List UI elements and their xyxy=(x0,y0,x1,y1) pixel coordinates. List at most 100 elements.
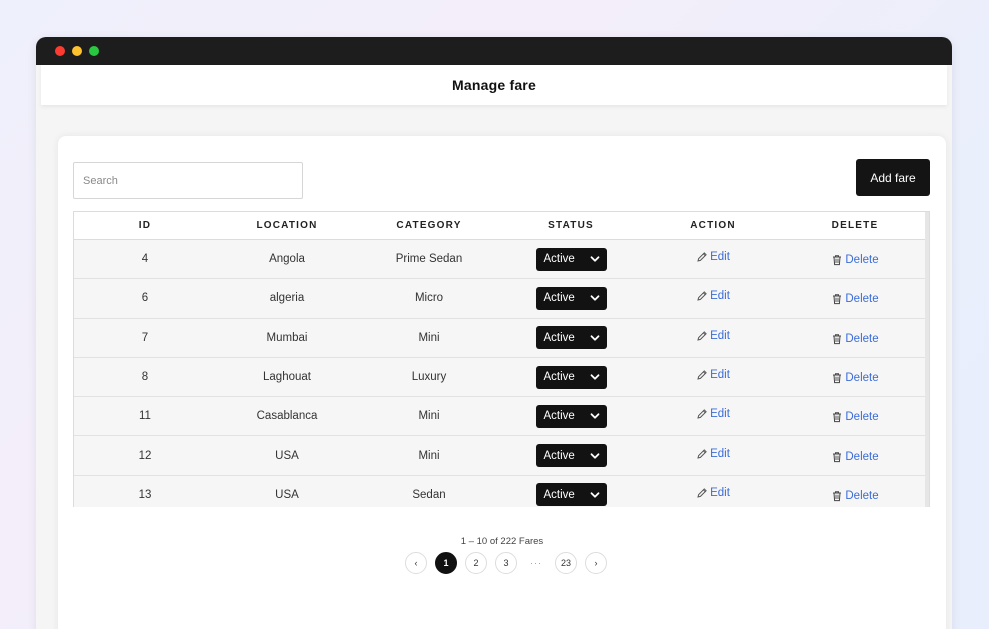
status-select[interactable]: Active xyxy=(535,483,607,507)
cell-status: Active xyxy=(500,326,642,350)
cell-location: USA xyxy=(216,489,358,501)
cell-id: 4 xyxy=(74,253,216,265)
page-button-last[interactable]: 23 xyxy=(555,552,577,574)
delete-link[interactable]: Delete xyxy=(831,372,879,384)
delete-link[interactable]: Delete xyxy=(831,254,879,267)
cell-id: 13 xyxy=(74,489,216,501)
edit-label: Edit xyxy=(710,251,730,264)
cell-action: Edit xyxy=(642,330,784,342)
cell-status: Active xyxy=(500,286,642,310)
delete-label: Delete xyxy=(845,332,879,345)
edit-label: Edit xyxy=(710,447,730,460)
chevron-down-icon xyxy=(590,413,599,419)
maximize-window-dot[interactable] xyxy=(89,46,99,56)
pencil-icon xyxy=(697,448,707,459)
edit-link[interactable]: Edit xyxy=(696,408,730,420)
status-select[interactable]: Active xyxy=(535,404,607,428)
chevron-down-icon xyxy=(590,295,599,302)
trash-icon xyxy=(833,373,842,384)
close-window-dot[interactable] xyxy=(55,46,65,56)
add-fare-button[interactable]: Add fare xyxy=(856,159,930,196)
category-text: Luxury xyxy=(411,371,447,384)
category-text: Micro xyxy=(414,292,444,305)
cell-status: Active xyxy=(500,365,642,389)
cell-action: Edit xyxy=(642,448,784,460)
cell-delete: Delete xyxy=(784,331,926,345)
delete-link[interactable]: Delete xyxy=(831,489,879,502)
table-row: 11 Casablanca Mini Active Edit Delete xyxy=(74,397,929,437)
delete-link[interactable]: Delete xyxy=(831,411,879,423)
cell-category: Prime Sedan xyxy=(358,253,500,265)
delete-link[interactable]: Delete xyxy=(831,293,879,306)
column-header-id: ID xyxy=(138,220,152,231)
status-select[interactable]: Active xyxy=(535,365,607,389)
edit-link[interactable]: Edit xyxy=(696,448,730,460)
pencil-icon xyxy=(697,330,707,341)
column-header-location: LOCATION xyxy=(256,220,318,231)
status-value: Active xyxy=(543,253,575,266)
cell-id: 12 xyxy=(74,450,216,462)
trash-icon xyxy=(833,334,842,344)
edit-link[interactable]: Edit xyxy=(696,487,730,499)
edit-link[interactable]: Edit xyxy=(696,330,730,342)
column-header-action: ACTION xyxy=(690,220,736,231)
edit-link[interactable]: Edit xyxy=(696,251,730,263)
category-text: Prime Sedan xyxy=(395,253,463,266)
chevron-down-icon xyxy=(590,452,599,459)
delete-link[interactable]: Delete xyxy=(831,451,879,463)
status-value: Active xyxy=(543,488,575,501)
delete-label: Delete xyxy=(845,489,879,502)
pencil-icon xyxy=(697,291,707,302)
id-text: 4 xyxy=(141,253,149,266)
pencil-icon xyxy=(697,252,707,262)
trash-icon xyxy=(833,491,842,502)
minimize-window-dot[interactable] xyxy=(72,46,82,56)
edit-label: Edit xyxy=(710,329,730,342)
delete-link[interactable]: Delete xyxy=(831,332,879,345)
table-scrollbar[interactable] xyxy=(925,212,929,507)
edit-link[interactable]: Edit xyxy=(696,369,730,381)
table-row: 7 Mumbai Mini Active Edit Delete xyxy=(74,318,929,358)
cell-delete: Delete xyxy=(784,370,926,384)
cell-action: Edit xyxy=(642,290,784,302)
cell-category: Mini xyxy=(358,450,500,462)
cell-delete: Delete xyxy=(784,252,926,266)
pencil-icon xyxy=(697,409,707,420)
category-text: Sedan xyxy=(412,488,446,501)
pencil-icon xyxy=(697,488,707,498)
pencil-icon xyxy=(697,370,707,380)
status-value: Active xyxy=(543,292,575,305)
status-select[interactable]: Active xyxy=(535,326,607,350)
trash-icon xyxy=(833,255,842,266)
cell-action: Edit xyxy=(642,487,784,499)
id-text: 6 xyxy=(141,292,149,305)
page-title: Manage fare xyxy=(452,77,536,93)
cell-id: 7 xyxy=(74,332,216,344)
delete-label: Delete xyxy=(845,254,879,267)
page-button-2[interactable]: 2 xyxy=(465,552,487,574)
status-select[interactable]: Active xyxy=(535,286,607,310)
status-select[interactable]: Active xyxy=(535,444,607,468)
status-select[interactable]: Active xyxy=(535,247,607,271)
page-button-3[interactable]: 3 xyxy=(495,552,517,574)
delete-label: Delete xyxy=(845,293,879,306)
id-text: 12 xyxy=(138,449,152,462)
edit-label: Edit xyxy=(710,408,730,421)
prev-page-button[interactable]: ‹ xyxy=(405,552,427,574)
chevron-down-icon xyxy=(590,492,599,498)
location-text: Laghouat xyxy=(263,371,311,384)
search-input[interactable] xyxy=(73,162,303,199)
cell-action: Edit xyxy=(642,408,784,420)
cell-category: Luxury xyxy=(358,371,500,383)
page-button-1[interactable]: 1 xyxy=(435,552,457,574)
chevron-down-icon xyxy=(590,335,599,341)
location-text: algeria xyxy=(269,292,305,305)
app-header: Manage fare xyxy=(41,65,947,105)
status-value: Active xyxy=(543,331,575,344)
cell-location: Laghouat xyxy=(216,371,358,383)
next-page-button[interactable]: › xyxy=(585,552,607,574)
cell-status: Active xyxy=(500,444,642,468)
edit-link[interactable]: Edit xyxy=(696,290,730,302)
cell-category: Mini xyxy=(358,410,500,422)
table-row: 6 algeria Micro Active Edit Delete xyxy=(74,279,929,319)
